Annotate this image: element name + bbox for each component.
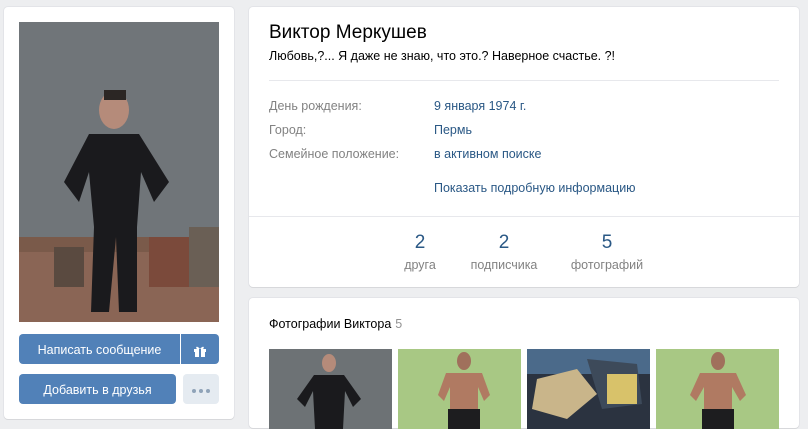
- birthday-link[interactable]: 9 января 1974 г.: [434, 99, 526, 113]
- counter-followers[interactable]: 2 подписчика: [454, 232, 554, 272]
- profile-status: Любовь,?... Я даже не знаю, что это.? На…: [269, 49, 616, 63]
- show-details-link[interactable]: Показать подробную информацию: [434, 181, 636, 195]
- photo-thumbnail[interactable]: [398, 349, 521, 429]
- profile-avatar[interactable]: [19, 22, 219, 322]
- gift-icon: [194, 346, 206, 357]
- photos-card: Фотографии Виктора 5: [249, 298, 799, 429]
- family-status-label: Семейное положение:: [269, 147, 400, 161]
- counter-number: 2: [498, 232, 510, 253]
- gift-button[interactable]: [181, 334, 219, 364]
- more-actions-button[interactable]: [183, 374, 219, 404]
- photo-thumbnail[interactable]: [269, 349, 392, 429]
- photo-image: [398, 349, 521, 429]
- photos-title: Фотографии Виктора: [269, 317, 392, 331]
- family-status-link[interactable]: в активном поиске: [434, 147, 541, 161]
- photos-count: 5: [395, 317, 403, 331]
- birthday-label: День рождения:: [269, 99, 362, 113]
- send-message-button[interactable]: Написать сообщение: [19, 334, 180, 364]
- counter-number: 5: [601, 232, 613, 253]
- photos-header[interactable]: Фотографии Виктора 5: [269, 317, 402, 331]
- counter-caption: подписчика: [470, 258, 538, 272]
- photo-thumbnail[interactable]: [656, 349, 779, 429]
- city-label: Город:: [269, 123, 307, 137]
- photo-image: [527, 349, 650, 429]
- photo-thumbnail[interactable]: [527, 349, 650, 429]
- counter-caption: фотографий: [570, 258, 644, 272]
- more-dots-icon: [192, 388, 210, 393]
- city-link[interactable]: Пермь: [434, 123, 472, 137]
- profile-left-card: Написать сообщение Добавить в друзья: [4, 7, 234, 419]
- photo-image: [656, 349, 779, 429]
- divider: [269, 80, 779, 81]
- profile-name: Виктор Меркушев: [269, 22, 427, 43]
- add-friend-button[interactable]: Добавить в друзья: [19, 374, 176, 404]
- photo-image: [269, 349, 392, 429]
- avatar-photo: [19, 22, 219, 322]
- divider: [249, 216, 799, 217]
- profile-info-card: Виктор Меркушев Любовь,?... Я даже не зн…: [249, 7, 799, 287]
- counter-photos[interactable]: 5 фотографий: [557, 232, 657, 272]
